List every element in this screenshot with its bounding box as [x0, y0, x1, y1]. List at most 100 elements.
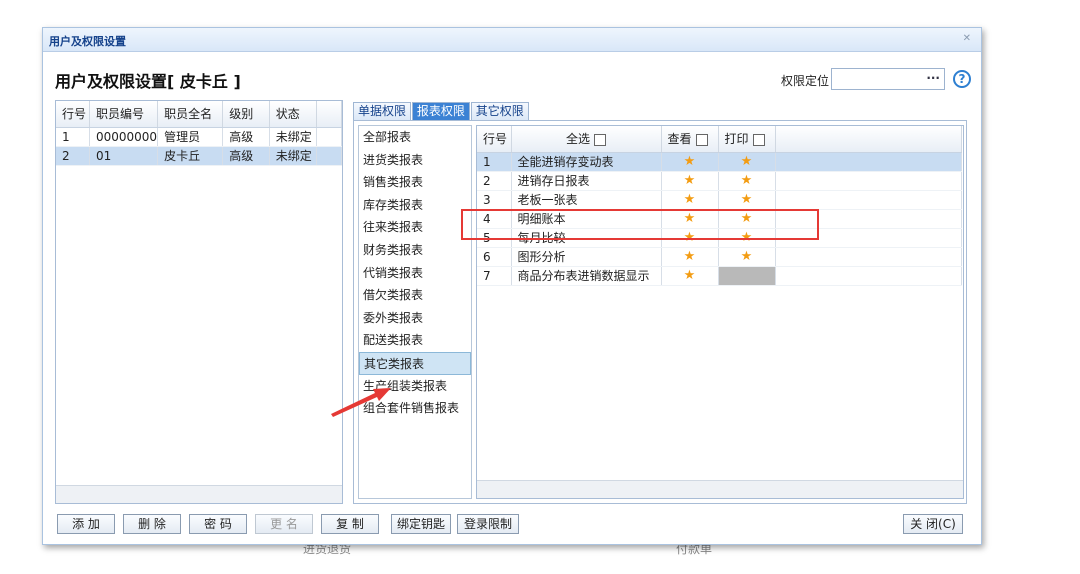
- cell-status: 未绑定: [269, 146, 317, 166]
- column-header[interactable]: 职员编号: [89, 101, 159, 128]
- ellipsis-icon[interactable]: ···: [926, 71, 940, 85]
- grid-footer: [477, 480, 963, 498]
- annotation-arrow: [331, 388, 391, 417]
- cell-filler: [775, 247, 962, 267]
- list-item[interactable]: 往来类报表: [359, 216, 471, 239]
- table-row[interactable]: 2 进销存日报表 ★ ★: [477, 171, 962, 191]
- cell-filler: [775, 152, 962, 172]
- cell-row-no: 6: [477, 247, 512, 267]
- column-header[interactable]: 行号: [477, 126, 512, 153]
- view-star-icon[interactable]: ★: [661, 266, 719, 286]
- tab-bar: 单据权限 报表权限 其它权限: [353, 102, 529, 120]
- column-header[interactable]: 状态: [269, 101, 317, 128]
- view-star-icon[interactable]: ★: [661, 247, 719, 267]
- list-item[interactable]: 销售类报表: [359, 171, 471, 194]
- column-header-print[interactable]: 打印: [718, 126, 776, 153]
- cell-report-name: 进销存日报表: [511, 171, 662, 191]
- column-header[interactable]: 行号: [56, 101, 90, 128]
- copy-button[interactable]: 复 制: [321, 514, 379, 534]
- delete-button[interactable]: 删 除: [123, 514, 181, 534]
- cell-row-no: 3: [477, 190, 512, 210]
- cell-row-no: 1: [56, 127, 90, 147]
- column-header[interactable]: 职员全名: [157, 101, 224, 128]
- view-star-icon[interactable]: ★: [661, 152, 719, 172]
- add-button[interactable]: 添 加: [57, 514, 115, 534]
- view-all-checkbox[interactable]: [695, 133, 708, 146]
- report-grid-header: 行号 全选 查看 打印: [477, 126, 962, 153]
- close-button[interactable]: 关 闭(C): [903, 514, 963, 534]
- cell-filler: [775, 190, 962, 210]
- list-item[interactable]: 代销类报表: [359, 262, 471, 285]
- column-header-filler: [775, 126, 962, 153]
- list-item[interactable]: 进货类报表: [359, 149, 471, 172]
- cell-row-no: 7: [477, 266, 512, 286]
- select-all-checkbox[interactable]: [594, 133, 606, 146]
- cell-filler: [316, 146, 343, 166]
- cell-row-no: 1: [477, 152, 512, 172]
- table-row[interactable]: 2 01 皮卡丘 高级 未绑定: [56, 146, 343, 166]
- cell-filler: [775, 266, 962, 286]
- tab-other-permissions[interactable]: 其它权限: [470, 102, 529, 120]
- cell-employee-code: 01: [89, 146, 159, 166]
- title-bar: 用户及权限设置 ✕: [43, 28, 981, 52]
- view-label: 查看: [667, 132, 692, 147]
- password-button[interactable]: 密 码: [189, 514, 247, 534]
- select-all-label: 全选: [565, 132, 590, 147]
- cell-level: 高级: [222, 127, 270, 147]
- close-icon[interactable]: ✕: [963, 33, 971, 44]
- window-title: 用户及权限设置: [49, 35, 126, 48]
- column-header-select-all[interactable]: 全选: [511, 126, 662, 153]
- list-item[interactable]: 委外类报表: [359, 307, 471, 330]
- list-item[interactable]: 配送类报表: [359, 329, 471, 352]
- help-icon[interactable]: ?: [953, 70, 971, 88]
- list-item[interactable]: 借欠类报表: [359, 284, 471, 307]
- cell-row-no: 2: [56, 146, 90, 166]
- cell-report-name: 全能进销存变动表: [511, 152, 662, 172]
- rename-button[interactable]: 更 名: [255, 514, 313, 534]
- list-item[interactable]: 全部报表: [359, 126, 471, 149]
- table-row[interactable]: 7 商品分布表进销数据显示 ★: [477, 266, 962, 286]
- print-label: 打印: [724, 132, 749, 147]
- view-star-icon[interactable]: ★: [661, 171, 719, 191]
- locate-input[interactable]: ···: [831, 68, 945, 90]
- table-row[interactable]: 1 全能进销存变动表 ★ ★: [477, 152, 962, 172]
- column-header-filler: [316, 101, 343, 128]
- user-grid: 行号 职员编号 职员全名 级别 状态 1 00000000 管理员 高级 未绑定: [55, 100, 343, 504]
- cell-report-name: 商品分布表进销数据显示: [511, 266, 662, 286]
- login-limit-button[interactable]: 登录限制: [457, 514, 519, 534]
- list-item-selected[interactable]: 其它类报表: [359, 351, 471, 375]
- column-header-view[interactable]: 查看: [661, 126, 719, 153]
- cell-employee-name: 皮卡丘: [157, 146, 224, 166]
- print-star-icon[interactable]: ★: [718, 152, 776, 172]
- grid-footer: [56, 485, 342, 503]
- locate-label: 权限定位: [781, 74, 830, 88]
- table-row[interactable]: 1 00000000 管理员 高级 未绑定: [56, 127, 343, 147]
- tab-document-permissions[interactable]: 单据权限: [353, 102, 412, 120]
- print-star-icon[interactable]: ★: [718, 190, 776, 210]
- report-category-list: 全部报表 进货类报表 销售类报表 库存类报表 往来类报表 财务类报表 代销类报表…: [358, 125, 472, 499]
- cell-level: 高级: [222, 146, 270, 166]
- report-permission-panel: 全部报表 进货类报表 销售类报表 库存类报表 往来类报表 财务类报表 代销类报表…: [353, 120, 967, 504]
- permission-dialog: 用户及权限设置 ✕ 用户及权限设置[ 皮卡丘 ] 权限定位 ··· ? 行号 职…: [42, 27, 982, 545]
- table-row[interactable]: 3 老板一张表 ★ ★: [477, 190, 962, 210]
- button-bar: 添 加 删 除 密 码 更 名 复 制 绑定钥匙 登录限制 关 闭(C): [55, 514, 965, 536]
- print-all-checkbox[interactable]: [752, 133, 765, 146]
- tab-report-permissions[interactable]: 报表权限: [411, 102, 470, 120]
- list-item[interactable]: 财务类报表: [359, 239, 471, 262]
- annotation-highlight-box: [461, 209, 819, 240]
- print-cell-disabled: [718, 266, 776, 286]
- cell-row-no: 2: [477, 171, 512, 191]
- cell-filler: [775, 171, 962, 191]
- print-star-icon[interactable]: ★: [718, 171, 776, 191]
- view-star-icon[interactable]: ★: [661, 190, 719, 210]
- cell-report-name: 老板一张表: [511, 190, 662, 210]
- column-header[interactable]: 级别: [222, 101, 270, 128]
- cell-report-name: 图形分析: [511, 247, 662, 267]
- list-item[interactable]: 库存类报表: [359, 194, 471, 217]
- cell-status: 未绑定: [269, 127, 317, 147]
- print-star-icon[interactable]: ★: [718, 247, 776, 267]
- table-row[interactable]: 6 图形分析 ★ ★: [477, 247, 962, 267]
- report-grid: 行号 全选 查看 打印 1 全能进销存变动表 ★ ★ 2 进销存日报表 ★ ★ …: [476, 125, 964, 499]
- cell-employee-name: 管理员: [157, 127, 224, 147]
- bind-key-button[interactable]: 绑定钥匙: [391, 514, 451, 534]
